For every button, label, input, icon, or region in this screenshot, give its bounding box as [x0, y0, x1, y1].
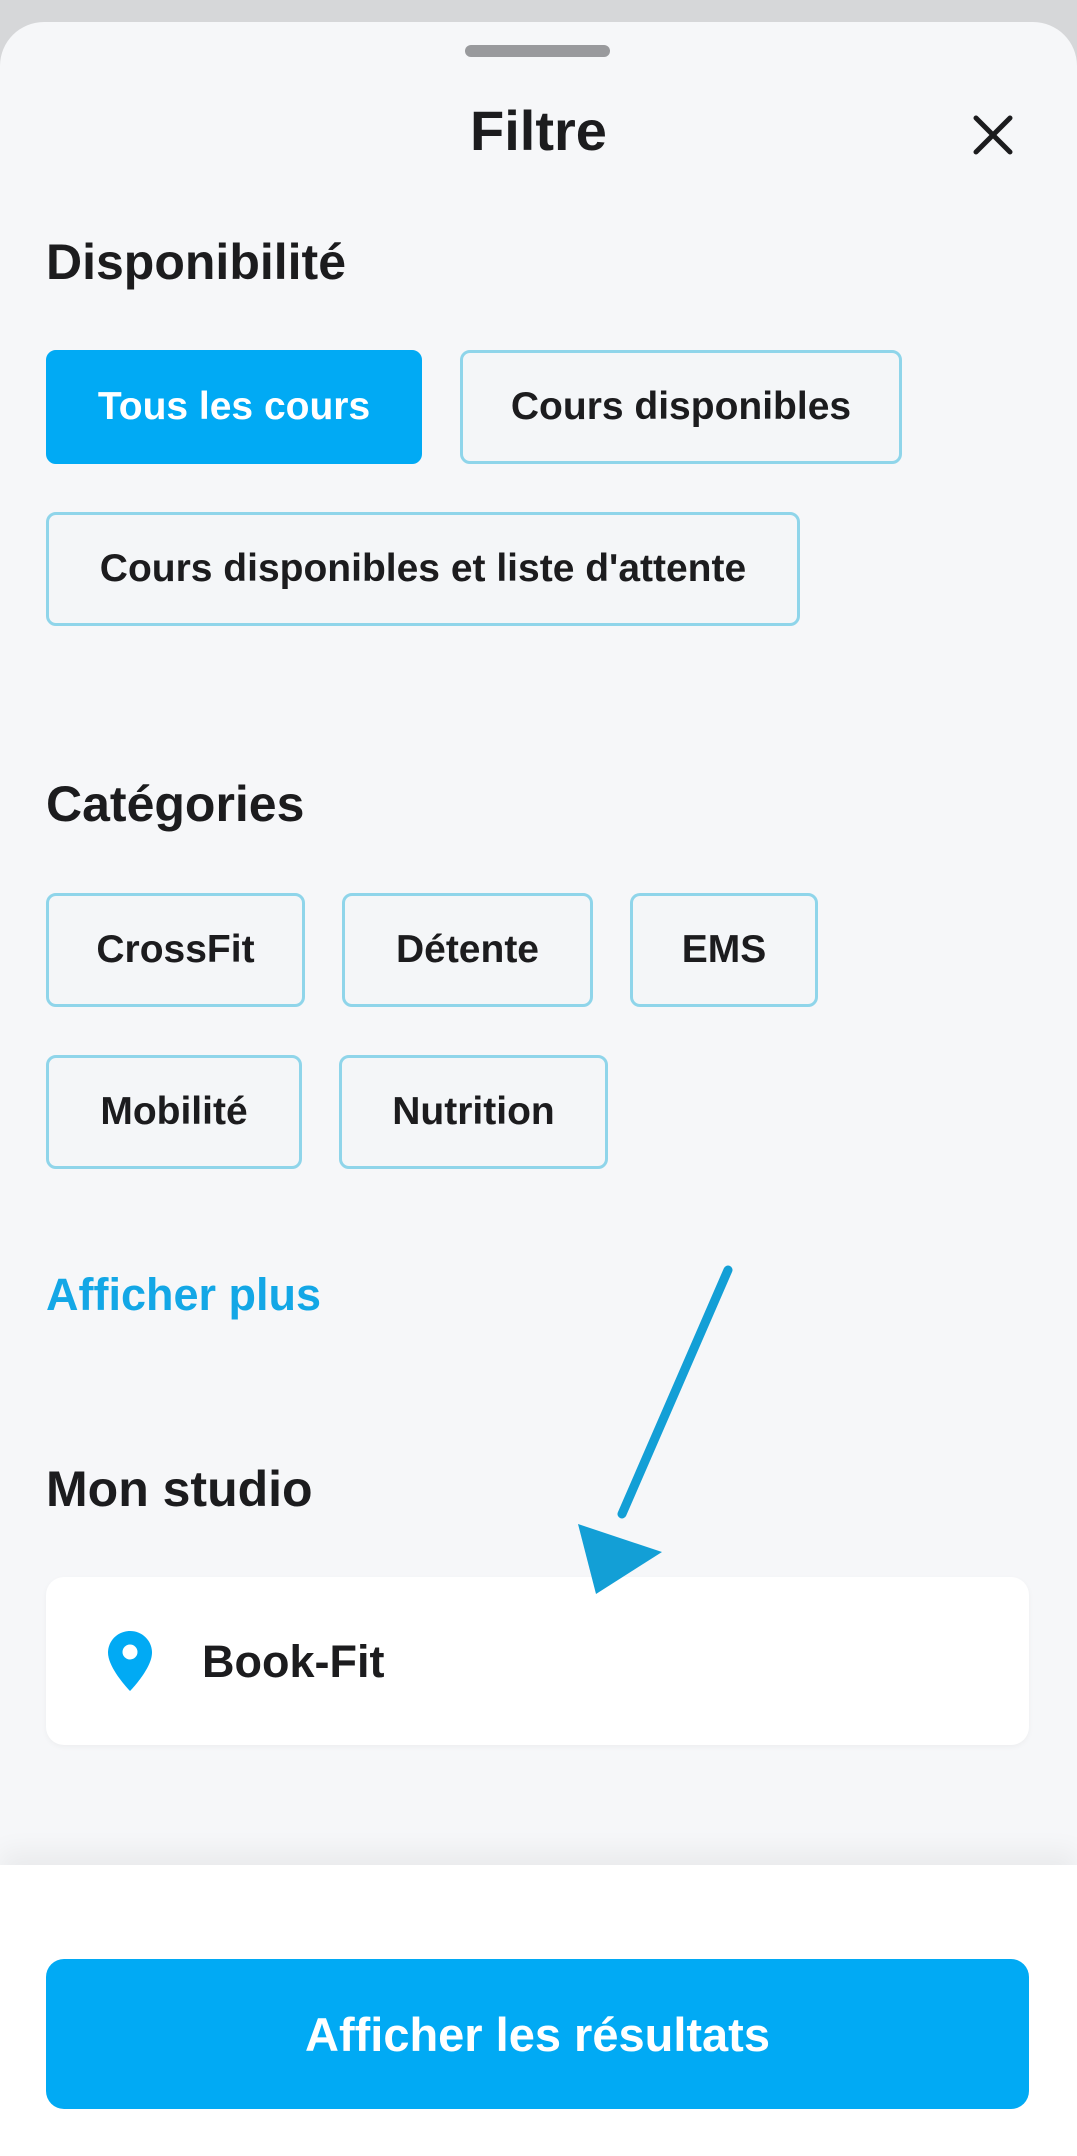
- show-more-link[interactable]: Afficher plus: [46, 1272, 321, 1317]
- close-icon[interactable]: [968, 110, 1018, 160]
- chip-ems[interactable]: EMS: [630, 893, 818, 1007]
- location-pin-icon: [108, 1631, 152, 1691]
- chip-mobilite[interactable]: Mobilité: [46, 1055, 302, 1169]
- filter-sheet: Filtre Disponibilité Tous les cours Cour…: [0, 22, 1077, 2156]
- chip-detente[interactable]: Détente: [342, 893, 593, 1007]
- availability-title: Disponibilité: [46, 234, 346, 290]
- page-title: Filtre: [470, 99, 607, 162]
- chip-available-courses[interactable]: Cours disponibles: [460, 350, 902, 464]
- studio-title: Mon studio: [46, 1461, 313, 1517]
- chip-all-courses[interactable]: Tous les cours: [46, 350, 422, 464]
- studio-name: Book-Fit: [202, 1636, 385, 1687]
- chip-nutrition[interactable]: Nutrition: [339, 1055, 608, 1169]
- categories-title: Catégories: [46, 776, 305, 832]
- chip-crossfit[interactable]: CrossFit: [46, 893, 305, 1007]
- drag-handle[interactable]: [465, 45, 610, 57]
- footer-bar: Afficher les résultats: [0, 1865, 1077, 2156]
- studio-card[interactable]: Book-Fit: [46, 1577, 1029, 1745]
- show-results-button[interactable]: Afficher les résultats: [46, 1959, 1029, 2109]
- chip-available-and-waitlist[interactable]: Cours disponibles et liste d'attente: [46, 512, 800, 626]
- annotation-arrow: [578, 1265, 733, 1594]
